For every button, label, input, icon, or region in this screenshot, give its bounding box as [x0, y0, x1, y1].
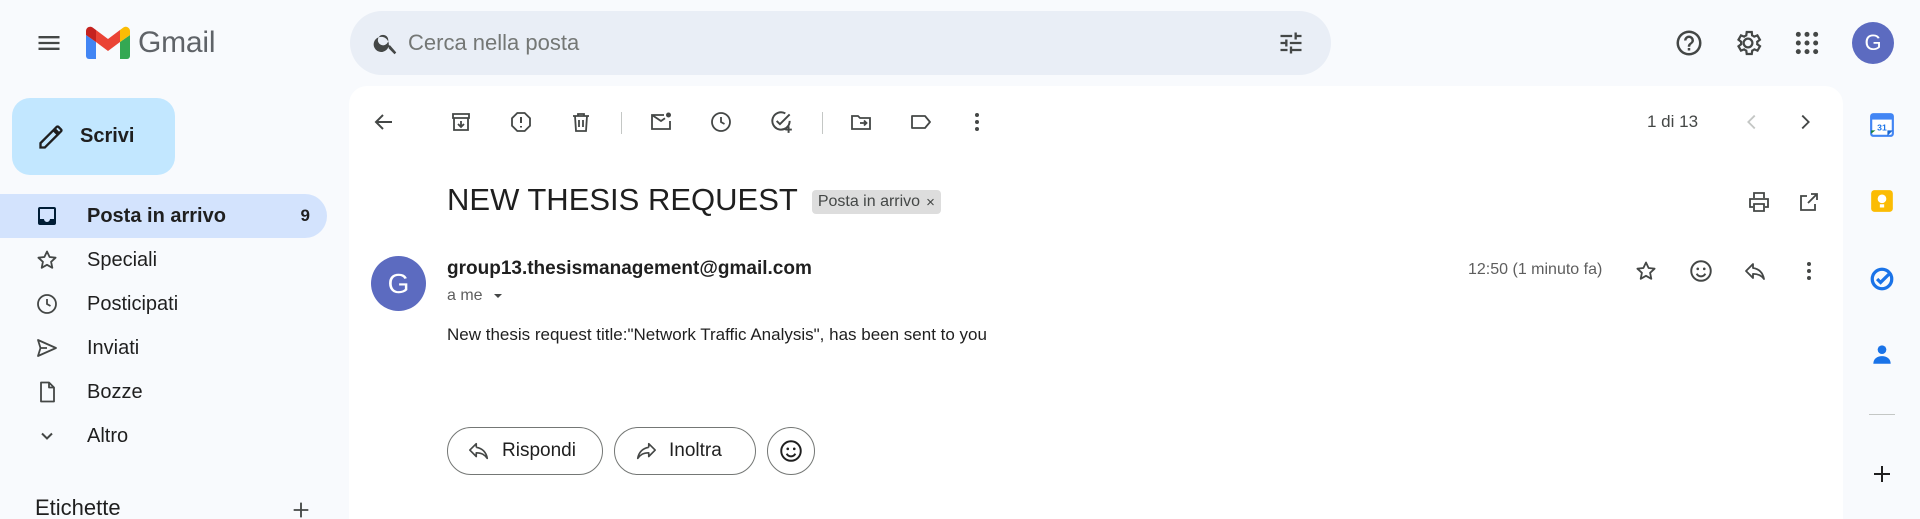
apps-grid-icon[interactable] — [1784, 20, 1830, 66]
gear-icon[interactable] — [1725, 20, 1771, 66]
help-icon[interactable] — [1666, 20, 1712, 66]
emoji-reaction-button[interactable] — [767, 427, 815, 475]
forward-label: Inoltra — [669, 440, 722, 461]
sender-avatar[interactable]: G — [371, 256, 426, 311]
add-addon-icon[interactable] — [1862, 454, 1902, 494]
print-icon[interactable] — [1739, 182, 1779, 222]
recipient-details[interactable]: a me — [447, 287, 507, 305]
report-spam-icon[interactable] — [501, 102, 541, 142]
add-task-icon[interactable] — [761, 102, 801, 142]
unread-count: 9 — [300, 206, 310, 225]
sidebar-item-snoozed[interactable]: Posticipati — [0, 282, 327, 326]
inbox-icon — [34, 203, 60, 229]
clock-icon — [34, 291, 60, 317]
emoji-reaction-icon[interactable] — [1681, 251, 1721, 291]
sidebar-item-label: Speciali — [87, 248, 158, 271]
side-panel-divider — [1869, 414, 1895, 415]
reply-label: Rispondi — [502, 440, 576, 461]
sidebar-item-label: Bozze — [87, 380, 143, 403]
top-bar: Gmail G — [0, 0, 1920, 86]
sidebar-item-label: Posta in arrivo — [87, 204, 226, 227]
reply-button[interactable]: Rispondi — [447, 427, 603, 475]
toolbar-divider — [822, 112, 823, 134]
more-vert-icon[interactable] — [957, 102, 997, 142]
add-label-icon[interactable] — [288, 497, 314, 519]
hamburger-menu-icon[interactable] — [26, 20, 72, 66]
emoji-icon — [778, 438, 804, 464]
remove-label-icon[interactable]: × — [926, 194, 935, 211]
mark-unread-icon[interactable] — [641, 102, 681, 142]
move-to-icon[interactable] — [841, 102, 881, 142]
app-name: Gmail — [138, 26, 216, 59]
chevron-down-icon — [34, 423, 60, 449]
archive-icon[interactable] — [441, 102, 481, 142]
newer-icon[interactable] — [1732, 102, 1772, 142]
snooze-icon[interactable] — [701, 102, 741, 142]
star-icon — [34, 247, 60, 273]
subject-text: NEW THESIS REQUEST — [447, 182, 798, 217]
older-icon[interactable] — [1785, 102, 1825, 142]
message-subject: NEW THESIS REQUEST Posta in arrivo × — [447, 182, 941, 218]
search-icon[interactable] — [366, 23, 406, 63]
message-body: New thesis request title:"Network Traffi… — [447, 325, 987, 344]
search-options-icon[interactable] — [1271, 23, 1311, 63]
sidebar-item-inbox[interactable]: Posta in arrivo 9 — [0, 194, 327, 238]
message-time: 12:50 (1 minuto fa) — [1468, 261, 1603, 278]
gmail-m-icon — [86, 26, 130, 59]
keep-icon[interactable] — [1862, 181, 1902, 221]
toolbar-divider — [621, 112, 622, 134]
label-icon[interactable] — [901, 102, 941, 142]
sidebar-item-label: Posticipati — [87, 292, 179, 315]
caret-down-icon[interactable] — [489, 287, 507, 305]
pencil-icon — [36, 122, 66, 152]
label-tag: Posta in arrivo × — [811, 190, 941, 214]
recipient-text: a me — [447, 287, 483, 304]
sidebar-nav: Posta in arrivo 9 Speciali Posticipati I… — [0, 194, 327, 458]
more-vert-icon[interactable] — [1789, 251, 1829, 291]
back-icon[interactable] — [364, 102, 404, 142]
sidebar-item-sent[interactable]: Inviati — [0, 326, 327, 370]
sender-email[interactable]: group13.thesismanagement@gmail.com — [447, 258, 812, 280]
pager-text: 1 di 13 — [1647, 112, 1699, 131]
sidebar-item-starred[interactable]: Speciali — [0, 238, 327, 282]
delete-icon[interactable] — [561, 102, 601, 142]
sidebar-item-more[interactable]: Altro — [0, 414, 327, 458]
search-bar[interactable] — [350, 11, 1331, 75]
send-icon — [34, 335, 60, 361]
sidebar-item-drafts[interactable]: Bozze — [0, 370, 327, 414]
compose-button[interactable]: Scrivi — [12, 98, 175, 175]
forward-icon — [635, 440, 657, 462]
compose-label: Scrivi — [80, 125, 135, 147]
sidebar-item-label: Inviati — [87, 336, 140, 359]
tasks-icon[interactable] — [1862, 259, 1902, 299]
open-new-window-icon[interactable] — [1789, 182, 1829, 222]
labels-heading: Etichette — [35, 495, 121, 519]
forward-button[interactable]: Inoltra — [614, 427, 756, 475]
message-panel: 1 di 13 NEW THESIS REQUEST Posta in arri… — [349, 86, 1843, 519]
reply-icon[interactable] — [1735, 251, 1775, 291]
svg-text:31: 31 — [1877, 122, 1887, 132]
account-avatar[interactable]: G — [1852, 22, 1894, 64]
calendar-icon[interactable]: 31 — [1862, 105, 1902, 145]
reply-icon — [468, 440, 490, 462]
contacts-icon[interactable] — [1862, 334, 1902, 374]
sidebar-item-label: Altro — [87, 424, 129, 447]
draft-icon — [34, 379, 60, 405]
search-input[interactable] — [408, 23, 1208, 63]
label-tag-text: Posta in arrivo — [817, 193, 921, 210]
side-panel: 31 — [1843, 86, 1920, 519]
star-icon[interactable] — [1626, 251, 1666, 291]
gmail-logo[interactable]: Gmail — [86, 26, 216, 60]
